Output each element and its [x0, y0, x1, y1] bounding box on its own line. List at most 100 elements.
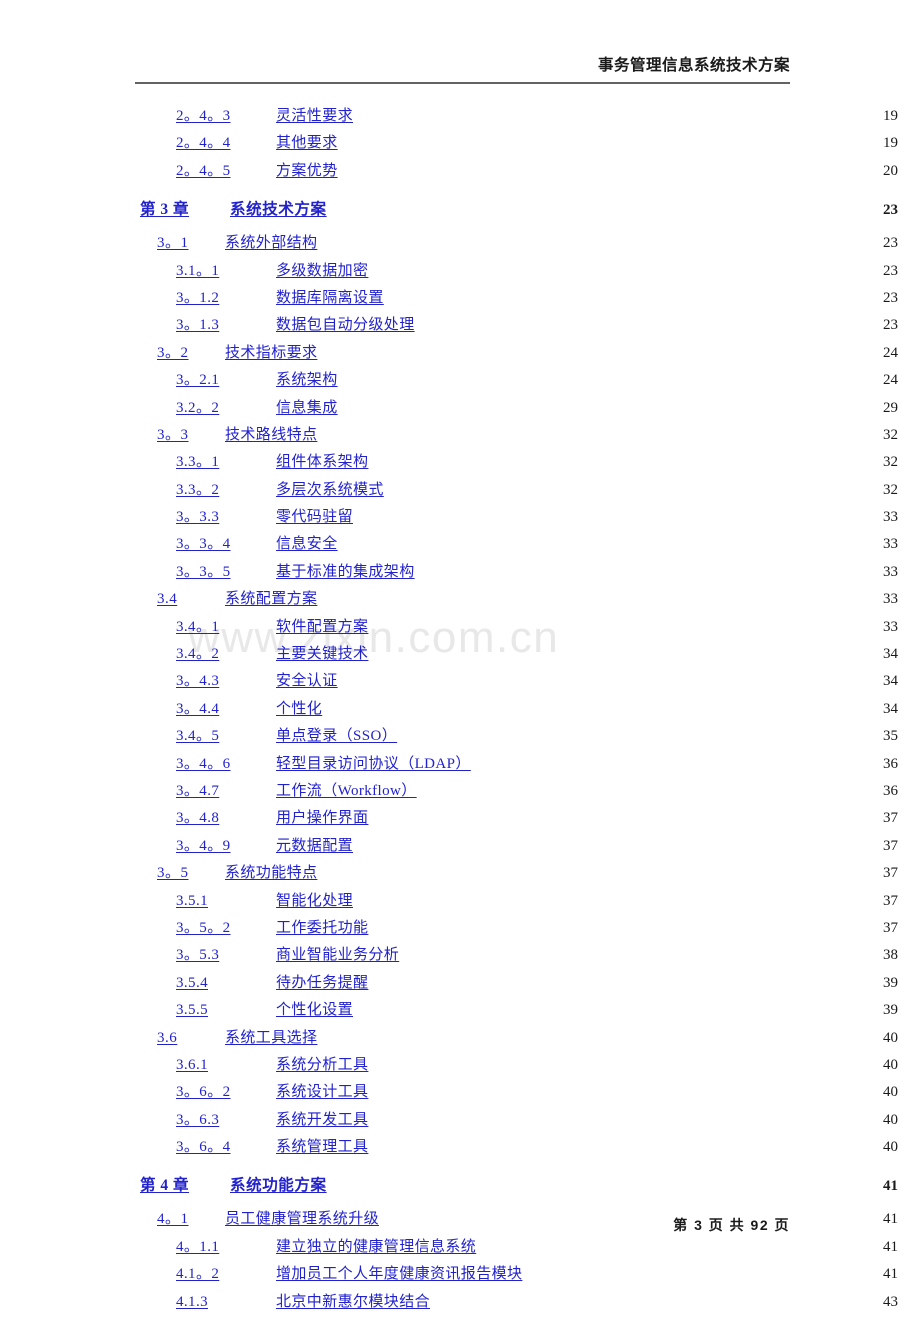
- toc-entry-title[interactable]: 系统开发工具: [276, 1108, 368, 1129]
- toc-entry-number[interactable]: 3.2。2: [176, 396, 272, 417]
- toc-entry-number[interactable]: 3.6: [157, 1030, 221, 1047]
- toc-entry-number[interactable]: 第 4 章: [140, 1173, 218, 1195]
- toc-entry-title[interactable]: 用户操作界面: [276, 806, 368, 827]
- toc-entry-number[interactable]: 3。4.3: [176, 669, 272, 690]
- toc-entry-page[interactable]: 37: [878, 865, 898, 882]
- toc-entry-title[interactable]: 多级数据加密: [276, 259, 368, 280]
- toc-entry-page[interactable]: 37: [878, 893, 898, 910]
- toc-entry-number[interactable]: 3.4: [157, 591, 221, 608]
- toc-entry-page[interactable]: 33: [878, 619, 898, 636]
- toc-entry-title[interactable]: 工作流（Workflow）: [276, 779, 417, 800]
- toc-entry[interactable]: 3.5.1智能化处理 37: [0, 889, 920, 916]
- toc-entry-title[interactable]: 系统功能方案: [230, 1173, 327, 1195]
- toc-entry-title[interactable]: 数据包自动分级处理: [276, 313, 415, 334]
- toc-entry-page[interactable]: 43: [878, 1294, 898, 1311]
- toc-entry-page[interactable]: 24: [878, 372, 898, 389]
- toc-entry-number[interactable]: 3。4.4: [176, 697, 272, 718]
- toc-entry-page[interactable]: 32: [878, 427, 898, 444]
- toc-entry-page[interactable]: 33: [878, 564, 898, 581]
- toc-entry-title[interactable]: 系统管理工具: [276, 1135, 368, 1156]
- toc-entry-title[interactable]: 灵活性要求: [276, 104, 353, 125]
- toc-entry-number[interactable]: 3。5.3: [176, 943, 272, 964]
- toc-entry[interactable]: 3.3。2多层次系统模式 32: [0, 478, 920, 505]
- toc-entry[interactable]: 3。6.3系统开发工具 40: [0, 1108, 920, 1135]
- toc-entry-title[interactable]: 系统分析工具: [276, 1053, 368, 1074]
- toc-entry-title[interactable]: 信息安全: [276, 532, 338, 553]
- toc-entry-number[interactable]: 3。3: [157, 423, 221, 444]
- toc-entry[interactable]: 3.1。1多级数据加密 23: [0, 259, 920, 286]
- toc-entry-number[interactable]: 3。2.1: [176, 368, 272, 389]
- toc-entry-number[interactable]: 3.4。1: [176, 615, 272, 636]
- toc-entry-title[interactable]: 方案优势: [276, 159, 338, 180]
- toc-entry-page[interactable]: 20: [878, 163, 898, 180]
- toc-entry[interactable]: 3。4.4个性化 34: [0, 697, 920, 724]
- toc-entry-page[interactable]: 36: [878, 783, 898, 800]
- toc-entry[interactable]: 3.5.5个性化设置 39: [0, 998, 920, 1025]
- toc-entry-title[interactable]: 商业智能业务分析: [276, 943, 399, 964]
- toc-entry[interactable]: 3.4。2主要关键技术 34: [0, 642, 920, 669]
- toc-entry-page[interactable]: 40: [878, 1057, 898, 1074]
- toc-entry-number[interactable]: 3。4.8: [176, 806, 272, 827]
- toc-entry-page[interactable]: 40: [878, 1139, 898, 1156]
- toc-entry-title[interactable]: 工作委托功能: [276, 916, 368, 937]
- toc-entry[interactable]: 3。6。2系统设计工具 40: [0, 1080, 920, 1107]
- toc-entry-title[interactable]: 数据库隔离设置: [276, 286, 384, 307]
- toc-entry-title[interactable]: 轻型目录访问协议（LDAP）: [276, 752, 471, 773]
- toc-entry-page[interactable]: 29: [878, 400, 898, 417]
- toc-entry[interactable]: 3。4。6轻型目录访问协议（LDAP） 36: [0, 752, 920, 779]
- toc-entry[interactable]: 3.6系统工具选择 40: [0, 1026, 920, 1053]
- toc-entry-title[interactable]: 多层次系统模式: [276, 478, 384, 499]
- toc-entry-number[interactable]: 3.4。5: [176, 724, 272, 745]
- toc-entry-page[interactable]: 41: [878, 1266, 898, 1283]
- toc-entry-number[interactable]: 第 3 章: [140, 197, 218, 219]
- toc-entry[interactable]: 3。6。4系统管理工具 40: [0, 1135, 920, 1162]
- toc-entry-number[interactable]: 4.1.3: [176, 1294, 272, 1311]
- toc-entry[interactable]: 4。1.1建立独立的健康管理信息系统 41: [0, 1235, 920, 1262]
- toc-entry-number[interactable]: 3。4。6: [176, 752, 272, 773]
- toc-entry-page[interactable]: 24: [878, 345, 898, 362]
- toc-entry-page[interactable]: 33: [878, 591, 898, 608]
- toc-entry-page[interactable]: 39: [878, 1002, 898, 1019]
- toc-entry[interactable]: 3。3。5基于标准的集成架构 33: [0, 560, 920, 587]
- toc-entry[interactable]: 3。1系统外部结构 23: [0, 231, 920, 258]
- toc-entry[interactable]: 3.6.1系统分析工具 40: [0, 1053, 920, 1080]
- toc-entry-title[interactable]: 系统外部结构: [225, 231, 317, 252]
- toc-entry-page[interactable]: 40: [878, 1084, 898, 1101]
- toc-entry[interactable]: 3。5。2工作委托功能 37: [0, 916, 920, 943]
- toc-entry-number[interactable]: 3。4。9: [176, 834, 272, 855]
- toc-entry-number[interactable]: 3.5.4: [176, 975, 272, 992]
- toc-entry-page[interactable]: 38: [878, 947, 898, 964]
- toc-entry-number[interactable]: 2。4。3: [176, 104, 272, 125]
- toc-entry[interactable]: 第 4 章系统功能方案 41: [0, 1173, 920, 1207]
- toc-entry-title[interactable]: 技术指标要求: [225, 341, 317, 362]
- toc-entry-page[interactable]: 33: [878, 509, 898, 526]
- toc-entry-title[interactable]: 信息集成: [276, 396, 338, 417]
- toc-entry-title[interactable]: 系统设计工具: [276, 1080, 368, 1101]
- toc-entry-number[interactable]: 3。1.2: [176, 286, 272, 307]
- toc-entry-page[interactable]: 41: [878, 1211, 898, 1228]
- toc-entry-page[interactable]: 39: [878, 975, 898, 992]
- toc-entry-number[interactable]: 2。4。4: [176, 131, 272, 152]
- toc-entry-title[interactable]: 系统配置方案: [225, 587, 317, 608]
- toc-entry[interactable]: 3.3。1组件体系架构 32: [0, 450, 920, 477]
- toc-entry-title[interactable]: 系统架构: [276, 368, 338, 389]
- toc-entry-title[interactable]: 个性化: [276, 697, 322, 718]
- toc-entry[interactable]: 3。2.1系统架构 24: [0, 368, 920, 395]
- toc-entry-page[interactable]: 19: [878, 108, 898, 125]
- toc-entry-number[interactable]: 3。3。5: [176, 560, 272, 581]
- toc-entry-title[interactable]: 基于标准的集成架构: [276, 560, 415, 581]
- toc-entry-number[interactable]: 3。2: [157, 341, 221, 362]
- toc-entry-page[interactable]: 19: [878, 135, 898, 152]
- toc-entry-number[interactable]: 3。6。2: [176, 1080, 272, 1101]
- toc-entry-page[interactable]: 32: [878, 454, 898, 471]
- toc-entry[interactable]: 3。4。9元数据配置 37: [0, 834, 920, 861]
- toc-entry[interactable]: 3.4。5单点登录（SSO） 35: [0, 724, 920, 751]
- toc-entry-number[interactable]: 3。5: [157, 861, 221, 882]
- toc-entry[interactable]: 3。4.7工作流（Workflow） 36: [0, 779, 920, 806]
- toc-entry-number[interactable]: 3.3。1: [176, 450, 272, 471]
- toc-entry-title[interactable]: 其他要求: [276, 131, 338, 152]
- toc-entry-number[interactable]: 3.1。1: [176, 259, 272, 280]
- toc-entry-title[interactable]: 增加员工个人年度健康资讯报告模块: [276, 1262, 522, 1283]
- toc-entry[interactable]: 3。2技术指标要求 24: [0, 341, 920, 368]
- toc-entry-number[interactable]: 3。6.3: [176, 1108, 272, 1129]
